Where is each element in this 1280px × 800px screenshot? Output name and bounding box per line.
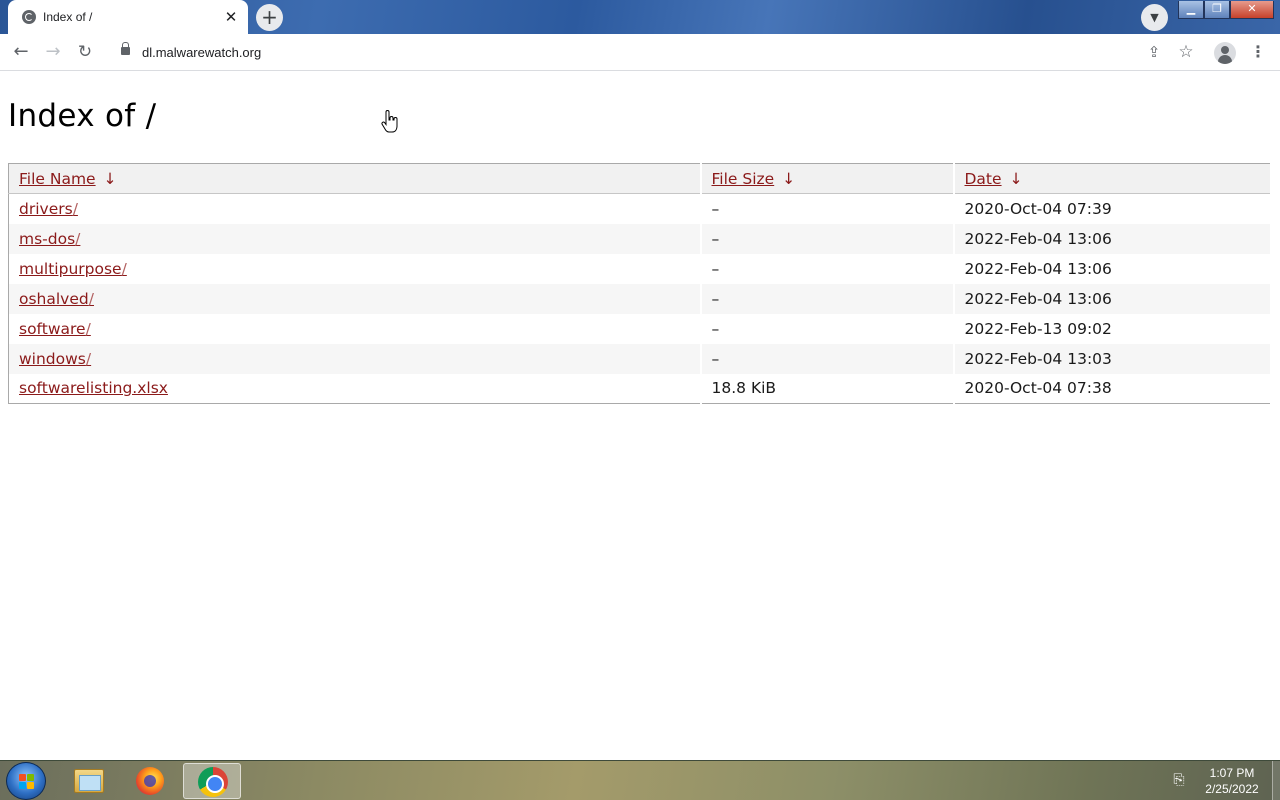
- taskbar: ⎘ 1:07 PM 2/25/2022: [0, 760, 1280, 800]
- lock-icon[interactable]: [121, 42, 130, 55]
- clock-time: 1:07 PM: [1209, 766, 1255, 780]
- network-tray-icon[interactable]: ⎘: [1170, 771, 1188, 789]
- globe-icon: [22, 10, 36, 24]
- file-name-cell: windows/: [8, 343, 702, 374]
- file-date-cell: 2022-Feb-04 13:06: [953, 223, 1272, 254]
- window-controls: ▁ ❐ ✕: [1178, 1, 1274, 19]
- browser-toolbar: ← → ↻ dl.malwarewatch.org ⇪ ☆ ⋮: [0, 34, 1280, 71]
- file-link[interactable]: software/: [19, 320, 91, 338]
- share-icon[interactable]: ⇪: [1142, 40, 1166, 64]
- firefox-icon: [136, 767, 164, 795]
- maximize-button[interactable]: ❐: [1204, 1, 1230, 19]
- taskbar-explorer-button[interactable]: [60, 763, 118, 799]
- file-link[interactable]: softwarelisting.xlsx: [19, 379, 168, 397]
- back-arrow-icon[interactable]: ←: [9, 40, 33, 64]
- show-desktop-button[interactable]: [1272, 761, 1280, 800]
- sort-arrow-icon[interactable]: ↓: [104, 170, 117, 188]
- tab-title: Index of /: [43, 10, 93, 24]
- table-row: multipurpose/ – 2022-Feb-04 13:06: [8, 253, 1272, 284]
- file-link[interactable]: oshalved/: [19, 290, 94, 308]
- file-size-cell: –: [700, 223, 955, 254]
- table-row: windows/ – 2022-Feb-04 13:03: [8, 343, 1272, 374]
- clock-date: 2/25/2022: [1205, 782, 1259, 796]
- sort-by-name-link[interactable]: File Name: [19, 170, 96, 188]
- file-name-cell: drivers/: [8, 193, 702, 224]
- start-button[interactable]: [6, 762, 46, 800]
- folder-icon: [74, 769, 104, 793]
- kebab-menu-icon[interactable]: ⋮: [1246, 40, 1270, 64]
- column-header-file-name[interactable]: File Name ↓: [8, 163, 702, 194]
- taskbar-firefox-button[interactable]: [121, 763, 179, 799]
- file-name-cell: ms-dos/: [8, 223, 702, 254]
- column-header-file-size[interactable]: File Size ↓: [700, 163, 955, 194]
- forward-arrow-icon[interactable]: →: [41, 40, 65, 64]
- close-window-button[interactable]: ✕: [1230, 1, 1274, 19]
- file-link[interactable]: multipurpose/: [19, 260, 127, 278]
- sort-arrow-icon[interactable]: ↓: [1010, 170, 1023, 188]
- browser-titlebar: Index of / ✕ + ▼ ▁ ❐ ✕: [0, 0, 1280, 34]
- file-name-cell: softwarelisting.xlsx: [8, 373, 702, 404]
- table-row: softwarelisting.xlsx 18.8 KiB 2020-Oct-0…: [8, 373, 1272, 404]
- url-text[interactable]: dl.malwarewatch.org: [142, 45, 261, 60]
- file-size-cell: –: [700, 193, 955, 224]
- file-name-cell: multipurpose/: [8, 253, 702, 284]
- file-link[interactable]: windows/: [19, 350, 91, 368]
- close-tab-icon[interactable]: ✕: [222, 8, 240, 26]
- windows-logo-icon: [19, 774, 35, 790]
- file-link[interactable]: ms-dos/: [19, 230, 80, 248]
- file-name-cell: oshalved/: [8, 283, 702, 314]
- table-row: oshalved/ – 2022-Feb-04 13:06: [8, 283, 1272, 314]
- reload-icon[interactable]: ↻: [73, 40, 97, 64]
- profile-avatar-icon[interactable]: [1214, 42, 1236, 64]
- tab-search-chevron-icon[interactable]: ▼: [1141, 4, 1168, 31]
- file-link[interactable]: drivers/: [19, 200, 78, 218]
- sort-by-size-link[interactable]: File Size: [712, 170, 775, 188]
- file-date-cell: 2022-Feb-04 13:06: [953, 253, 1272, 284]
- taskbar-chrome-button[interactable]: [183, 763, 241, 799]
- file-date-cell: 2022-Feb-13 09:02: [953, 313, 1272, 344]
- file-date-cell: 2020-Oct-04 07:38: [953, 373, 1272, 404]
- system-clock[interactable]: 1:07 PM 2/25/2022: [1196, 765, 1268, 797]
- table-row: software/ – 2022-Feb-13 09:02: [8, 313, 1272, 344]
- table-header-row: File Name ↓ File Size ↓ Date ↓: [8, 163, 1272, 194]
- browser-tab[interactable]: Index of / ✕: [8, 0, 248, 34]
- chrome-icon: [198, 767, 228, 797]
- new-tab-button[interactable]: +: [256, 4, 283, 31]
- sort-by-date-link[interactable]: Date: [965, 170, 1002, 188]
- hand-cursor-icon: [381, 110, 398, 133]
- file-name-cell: software/: [8, 313, 702, 344]
- sort-arrow-icon[interactable]: ↓: [782, 170, 795, 188]
- table-row: drivers/ – 2020-Oct-04 07:39: [8, 193, 1272, 224]
- address-bar[interactable]: dl.malwarewatch.org: [107, 37, 1207, 67]
- file-size-cell: –: [700, 313, 955, 344]
- table-row: ms-dos/ – 2022-Feb-04 13:06: [8, 223, 1272, 254]
- file-size-cell: –: [700, 253, 955, 284]
- file-listing-table: File Name ↓ File Size ↓ Date ↓ drivers/ – 2…: [8, 163, 1272, 404]
- file-size-cell: –: [700, 343, 955, 374]
- file-size-cell: 18.8 KiB: [700, 373, 955, 404]
- page-title: Index of /: [8, 98, 157, 134]
- page-content: Index of / File Name ↓ File Size ↓ Date ↓ d…: [0, 72, 1280, 760]
- minimize-button[interactable]: ▁: [1178, 1, 1204, 19]
- bookmark-star-icon[interactable]: ☆: [1174, 40, 1198, 64]
- file-size-cell: –: [700, 283, 955, 314]
- file-date-cell: 2022-Feb-04 13:03: [953, 343, 1272, 374]
- file-date-cell: 2022-Feb-04 13:06: [953, 283, 1272, 314]
- file-date-cell: 2020-Oct-04 07:39: [953, 193, 1272, 224]
- column-header-date[interactable]: Date ↓: [953, 163, 1272, 194]
